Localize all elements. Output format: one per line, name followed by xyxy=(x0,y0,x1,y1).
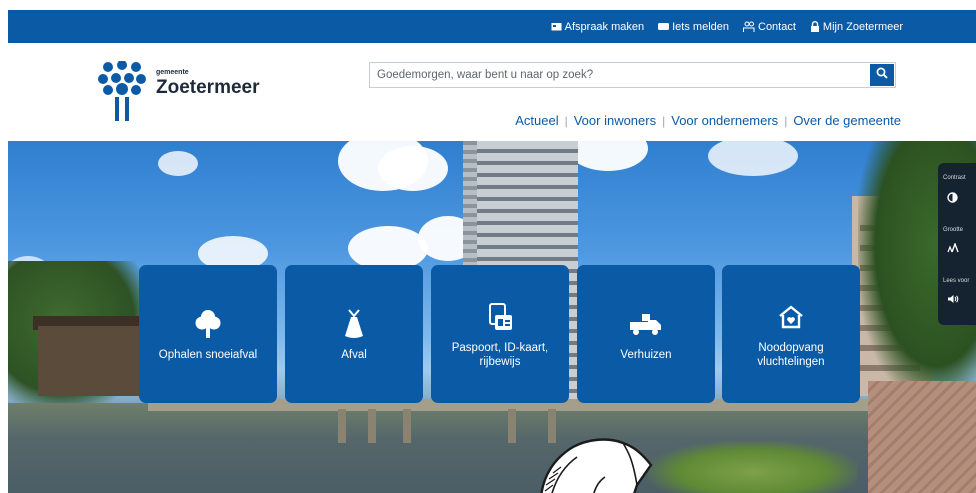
contrast-icon[interactable] xyxy=(947,192,958,206)
search-bar xyxy=(369,62,896,88)
text-size-icon[interactable] xyxy=(947,242,959,255)
water-plants xyxy=(648,441,858,493)
hero-banner: Ophalen snoeiafval Afval Paspoort, ID-ka… xyxy=(8,141,976,493)
house-heart-icon xyxy=(777,299,805,335)
appointment-link-label: Afspraak maken xyxy=(564,20,645,33)
contact-link[interactable]: Contact xyxy=(743,21,796,33)
site-header: gemeente Zoetermeer Actueel | Voor inwon… xyxy=(8,43,976,141)
tile-label: Afval xyxy=(341,349,367,361)
nav-item-voor-inwoners[interactable]: Voor inwoners xyxy=(574,113,656,128)
pier-post xyxy=(508,409,516,443)
waterside-house xyxy=(38,326,148,396)
nav-item-over-de-gemeente[interactable]: Over de gemeente xyxy=(793,113,901,128)
brick-pavement xyxy=(868,381,976,493)
search-button[interactable] xyxy=(870,64,894,86)
nav-separator: | xyxy=(662,113,666,128)
nav-separator: | xyxy=(784,113,788,128)
pier-post xyxy=(403,409,411,443)
contrast-toggle[interactable]: Contrast xyxy=(943,175,966,181)
top-utility-bar: Afspraak maken Iets melden Contact Mijn … xyxy=(8,10,976,43)
tile-paspoort-id-kaart-rijbewijs[interactable]: Paspoort, ID-kaart, rijbewijs xyxy=(431,265,569,403)
waste-bag-icon xyxy=(342,306,366,342)
accessibility-widget: Contrast Grootte Lees voor xyxy=(938,163,976,325)
logo-text: gemeente Zoetermeer xyxy=(156,69,260,99)
logo-emblem-icon xyxy=(96,60,148,128)
logo-subtitle: gemeente xyxy=(156,69,189,76)
lock-icon xyxy=(810,21,820,32)
appointment-link[interactable]: Afspraak maken xyxy=(551,21,644,33)
nav-separator: | xyxy=(564,113,568,128)
logo-title: Zoetermeer xyxy=(156,77,260,98)
tile-label: Paspoort, ID-kaart, rijbewijs xyxy=(451,342,549,368)
tile-afval[interactable]: Afval xyxy=(285,265,423,403)
nav-item-actueel[interactable]: Actueel xyxy=(515,113,558,128)
tile-ophalen-snoeiafval[interactable]: Ophalen snoeiafval xyxy=(139,265,277,403)
my-zoetermeer-link-label: Mijn Zoetermeer xyxy=(822,20,903,33)
nav-item-voor-ondernemers[interactable]: Voor ondernemers xyxy=(671,113,778,128)
tile-label: Verhuizen xyxy=(620,349,672,361)
tile-noodopvang-vluchtelingen[interactable]: Noodopvang vluchtelingen xyxy=(722,265,860,403)
tile-label: Noodopvang vluchtelingen xyxy=(757,342,825,368)
speaker-icon[interactable] xyxy=(947,294,959,307)
tile-label: Ophalen snoeiafval xyxy=(158,349,258,361)
report-link-label: Iets melden xyxy=(672,20,729,33)
pier-post xyxy=(368,409,376,443)
zoetermeer-logo[interactable]: gemeente Zoetermeer xyxy=(96,60,260,128)
calendar-icon xyxy=(551,22,562,31)
contact-link-label: Contact xyxy=(758,20,796,33)
main-navigation: Actueel | Voor inwoners | Voor onderneme… xyxy=(515,113,901,128)
my-zoetermeer-link[interactable]: Mijn Zoetermeer xyxy=(810,21,903,33)
utility-links: Afspraak maken Iets melden Contact Mijn … xyxy=(551,10,903,43)
search-input[interactable] xyxy=(370,63,870,87)
message-icon xyxy=(658,22,670,31)
read-aloud-toggle[interactable]: Lees voor xyxy=(943,278,969,284)
hand-drawn-illustration xyxy=(533,437,658,493)
contact-icon xyxy=(743,21,755,33)
id-card-icon xyxy=(487,299,513,335)
tree-icon xyxy=(194,306,222,342)
pier-post xyxy=(338,409,346,443)
moving-truck-icon xyxy=(628,306,664,342)
text-size-toggle[interactable]: Grootte xyxy=(943,227,963,233)
search-icon xyxy=(876,66,888,84)
tile-verhuizen[interactable]: Verhuizen xyxy=(577,265,715,403)
report-link[interactable]: Iets melden xyxy=(658,21,729,33)
